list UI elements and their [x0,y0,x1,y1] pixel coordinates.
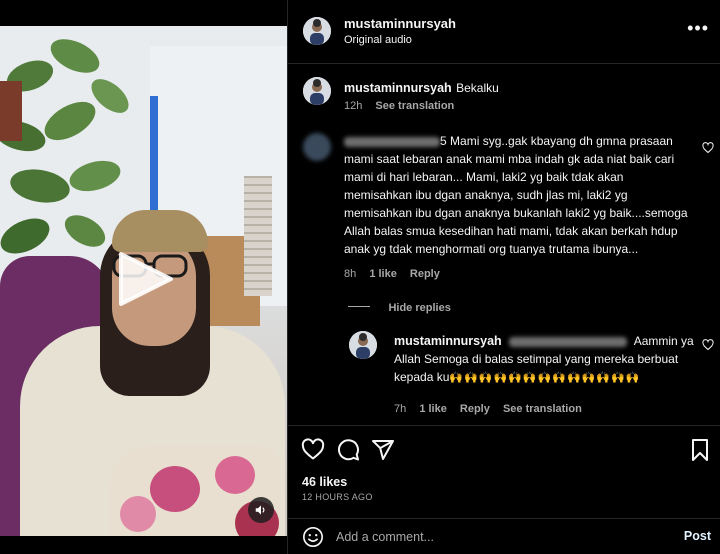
blurred-username[interactable] [344,136,440,147]
play-icon[interactable] [113,250,175,308]
video-flower [120,496,156,532]
comment-input[interactable] [336,527,636,547]
comment-item: 5 Mami syg..gak kbayang dh gmna prasaan … [344,132,694,258]
reply-item: mustaminnursyah Aammin ya Allah Semoga d… [394,332,694,387]
reply-button[interactable]: Reply [410,268,440,280]
video-cap [112,210,208,252]
comment-meta: 8h 1 like Reply [344,268,450,280]
media-area [0,0,287,554]
reply-username[interactable]: mustaminnursyah [394,334,502,348]
heart-icon[interactable] [301,438,325,462]
reply-like-heart-icon[interactable] [702,339,714,351]
video-lattice [244,176,272,296]
more-options-icon[interactable]: ••• [687,18,709,39]
likes-count[interactable]: 46 likes [302,475,347,489]
divider [348,306,370,308]
caption-time: 12h [344,100,363,112]
post-header: mustaminnursyah Original audio ••• [288,0,720,64]
reply-emoji: 🙌🙌🙌🙌🙌🙌🙌🙌🙌🙌🙌🙌🙌 [449,372,641,384]
reply-see-translation-link[interactable]: See translation [503,403,582,415]
sound-icon [255,505,265,515]
reply-time: 7h [394,403,407,415]
reply-body: mustaminnursyah Aammin ya Allah Semoga d… [394,332,694,387]
comment-time: 8h [344,268,357,280]
audio-label[interactable]: Original audio [344,34,412,46]
caption: mustaminnursyah Bekalku [344,79,704,97]
avatar[interactable] [303,133,331,161]
post-time: 12 HOURS AGO [302,492,373,502]
add-comment-bar: Post [288,518,720,554]
comment-icon[interactable] [336,438,360,462]
sound-button[interactable] [248,497,274,523]
see-translation-link[interactable]: See translation [375,100,454,112]
avatar[interactable] [303,17,331,45]
hide-replies-toggle[interactable]: Hide replies [348,298,451,316]
post-author-username[interactable]: mustaminnursyah [344,16,456,31]
comment-body: 5 Mami syg..gak kbayang dh gmna prasaan … [344,132,694,258]
bookmark-icon[interactable] [688,438,712,462]
comment-text: Mami syg..gak kbayang dh gmna prasaan ma… [344,134,688,256]
post-panel: mustaminnursyah Original audio ••• musta… [287,0,720,554]
comment-likes[interactable]: 1 like [369,268,397,280]
comment-like-heart-icon[interactable] [702,142,714,154]
reply-likes[interactable]: 1 like [419,403,447,415]
comments-section: mustaminnursyah Bekalku 12h See translat… [288,65,720,425]
avatar[interactable] [303,77,331,105]
hide-replies-label: Hide replies [388,302,451,314]
reply-reply-button[interactable]: Reply [460,403,490,415]
video-flower [150,466,200,512]
post-button[interactable]: Post [684,529,711,543]
post-actions: 46 likes 12 HOURS AGO [288,425,720,509]
avatar[interactable] [349,331,377,359]
caption-text: Bekalku [456,81,499,95]
caption-username[interactable]: mustaminnursyah [344,81,452,95]
reply-meta: 7h 1 like Reply See translation [394,403,592,415]
comment-username-suffix: 5 [440,134,447,148]
video-flower [215,456,255,494]
share-icon[interactable] [371,438,395,462]
blurred-mention[interactable] [509,336,628,347]
caption-meta: 12h See translation [344,100,464,112]
smiley-icon[interactable] [302,526,324,548]
